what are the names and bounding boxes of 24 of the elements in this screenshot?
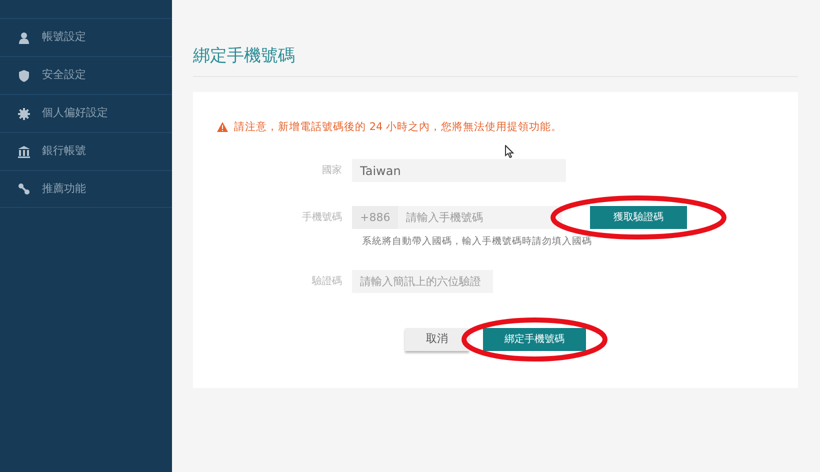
- bind-button[interactable]: 綁定手機號碼: [483, 328, 586, 350]
- sidebar-item[interactable]: 推薦功能: [0, 170, 172, 208]
- sidebar-item[interactable]: 帳號設定: [0, 18, 172, 56]
- page-title: 綁定手機號碼: [193, 44, 798, 76]
- cancel-button[interactable]: 取消: [405, 328, 469, 350]
- warning-text: 請注意，新增電話號碼後的 24 小時之內，您將無法使用提領功能。: [234, 120, 562, 134]
- user-icon: [18, 32, 30, 44]
- field-label: 手機號碼: [301, 210, 343, 226]
- sidebar-item[interactable]: 個人偏好設定: [0, 94, 172, 132]
- gear-icon: [18, 108, 30, 120]
- field-label: 驗證碼: [310, 274, 343, 288]
- code-field[interactable]: 請輸入簡訊上的六位驗證: [352, 270, 493, 292]
- get-code-button[interactable]: 獲取驗證碼: [590, 206, 688, 230]
- mouse-pointer-icon: [505, 144, 514, 158]
- bank-icon: [18, 146, 30, 158]
- sidebar-item[interactable]: 銀行帳號: [0, 132, 172, 170]
- field-label: 國家: [321, 164, 343, 178]
- warning-icon: [217, 122, 228, 132]
- country-code: +886: [352, 206, 398, 230]
- phone-field[interactable]: 請輸入手機號碼: [398, 206, 562, 230]
- shield-icon: [18, 70, 30, 82]
- help-text: 系統將自動帶入國碼，輸入手機號碼時請勿填入國碼: [362, 235, 593, 250]
- country-field[interactable]: Taiwan: [352, 159, 566, 182]
- sidebar-item[interactable]: 安全設定: [0, 56, 172, 94]
